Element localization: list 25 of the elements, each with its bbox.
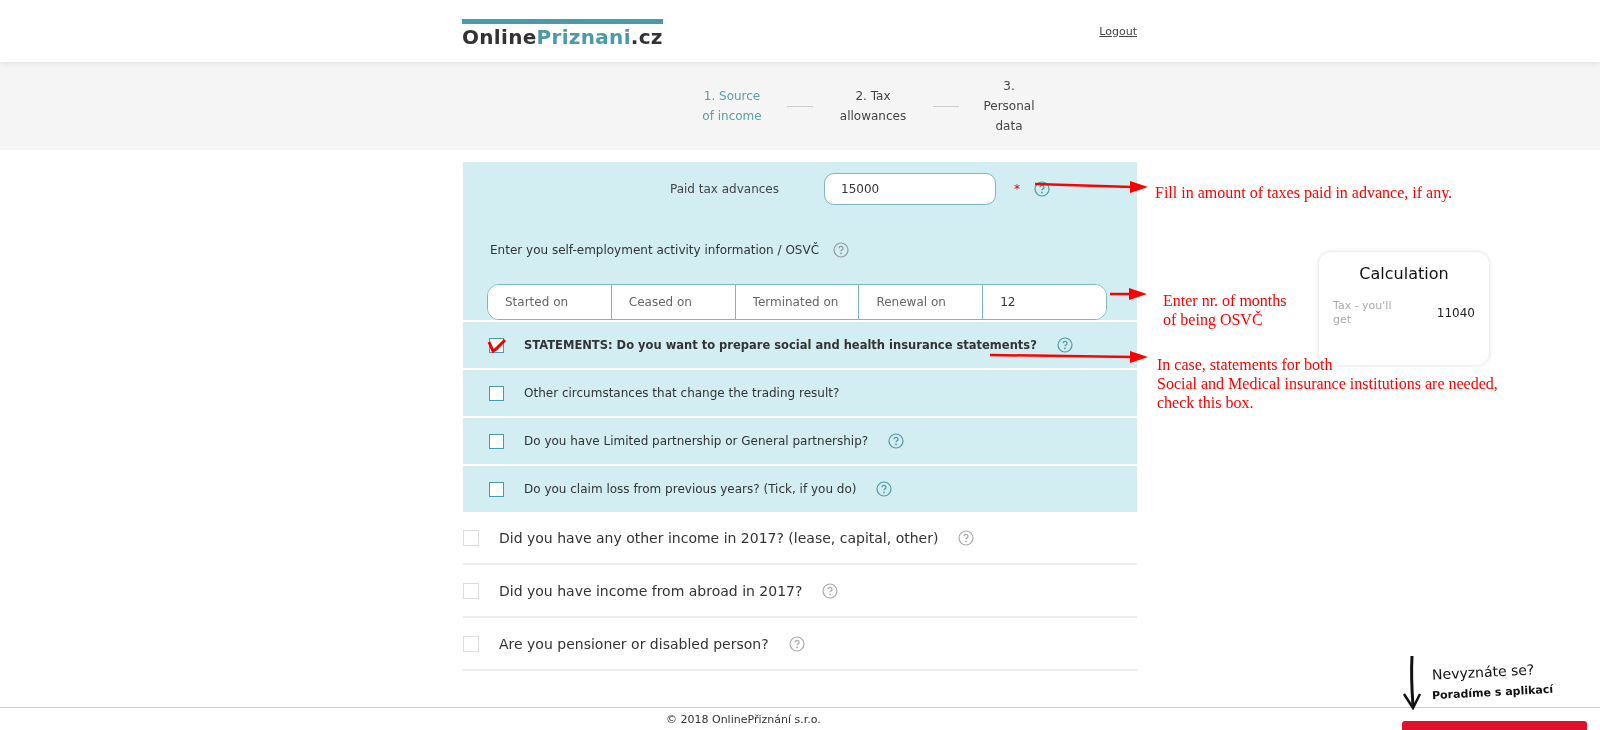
tax-label: Tax - you'll get — [1333, 299, 1393, 327]
copyright-text: © 2018 OnlinePřiznání s.r.o. — [666, 713, 821, 726]
question-text: Other circumstances that change the trading result? — [524, 386, 840, 400]
hint-text: Nevyznáte se? — [1431, 661, 1535, 683]
annotation-text: Fill in amount of taxes paid in advance, if any. — [1155, 183, 1453, 202]
section-label: Enter you self-employment activity information / OSVČ — [490, 243, 820, 257]
question-text: Did you have any other income in 2017? (lease, capital, other) — [499, 529, 939, 546]
logout-link[interactable]: Logout — [1099, 24, 1137, 38]
question-text: STATEMENTS: Do you want to prepare social and health insurance statements? — [524, 338, 1037, 352]
question-text: Did you have income from abroad in 2017? — [499, 582, 803, 599]
annotation-text: In case, statements for both Social and Medical insurance institutions are needed, check this box. — [1157, 355, 1498, 412]
question-text: Do you claim loss from previous years? (Tick, if you do) — [524, 482, 857, 496]
annotation-text: Enter nr. of months of being OSVČ — [1163, 291, 1287, 329]
required-mark: * — [1014, 182, 1020, 196]
card-title: Calculation — [1358, 264, 1450, 283]
field-label: Paid tax advances — [668, 182, 779, 196]
logo[interactable]: OnlinePriznani.cz — [462, 19, 663, 49]
tax-input[interactable]: 15000 — [824, 173, 996, 205]
question-text: Do you have Limited partnership or General partnership? — [524, 434, 869, 448]
question-text: Are you pensioner or disabled person? — [499, 635, 769, 652]
step-tab[interactable]: 3. Personal data — [979, 76, 1039, 136]
date-input[interactable]: 12 — [982, 285, 1106, 319]
hint-text: Poradíme s aplikací — [1431, 682, 1554, 703]
step-tab[interactable]: 2. Tax allowances — [833, 86, 913, 126]
tax-value: 11040 — [1436, 306, 1475, 320]
